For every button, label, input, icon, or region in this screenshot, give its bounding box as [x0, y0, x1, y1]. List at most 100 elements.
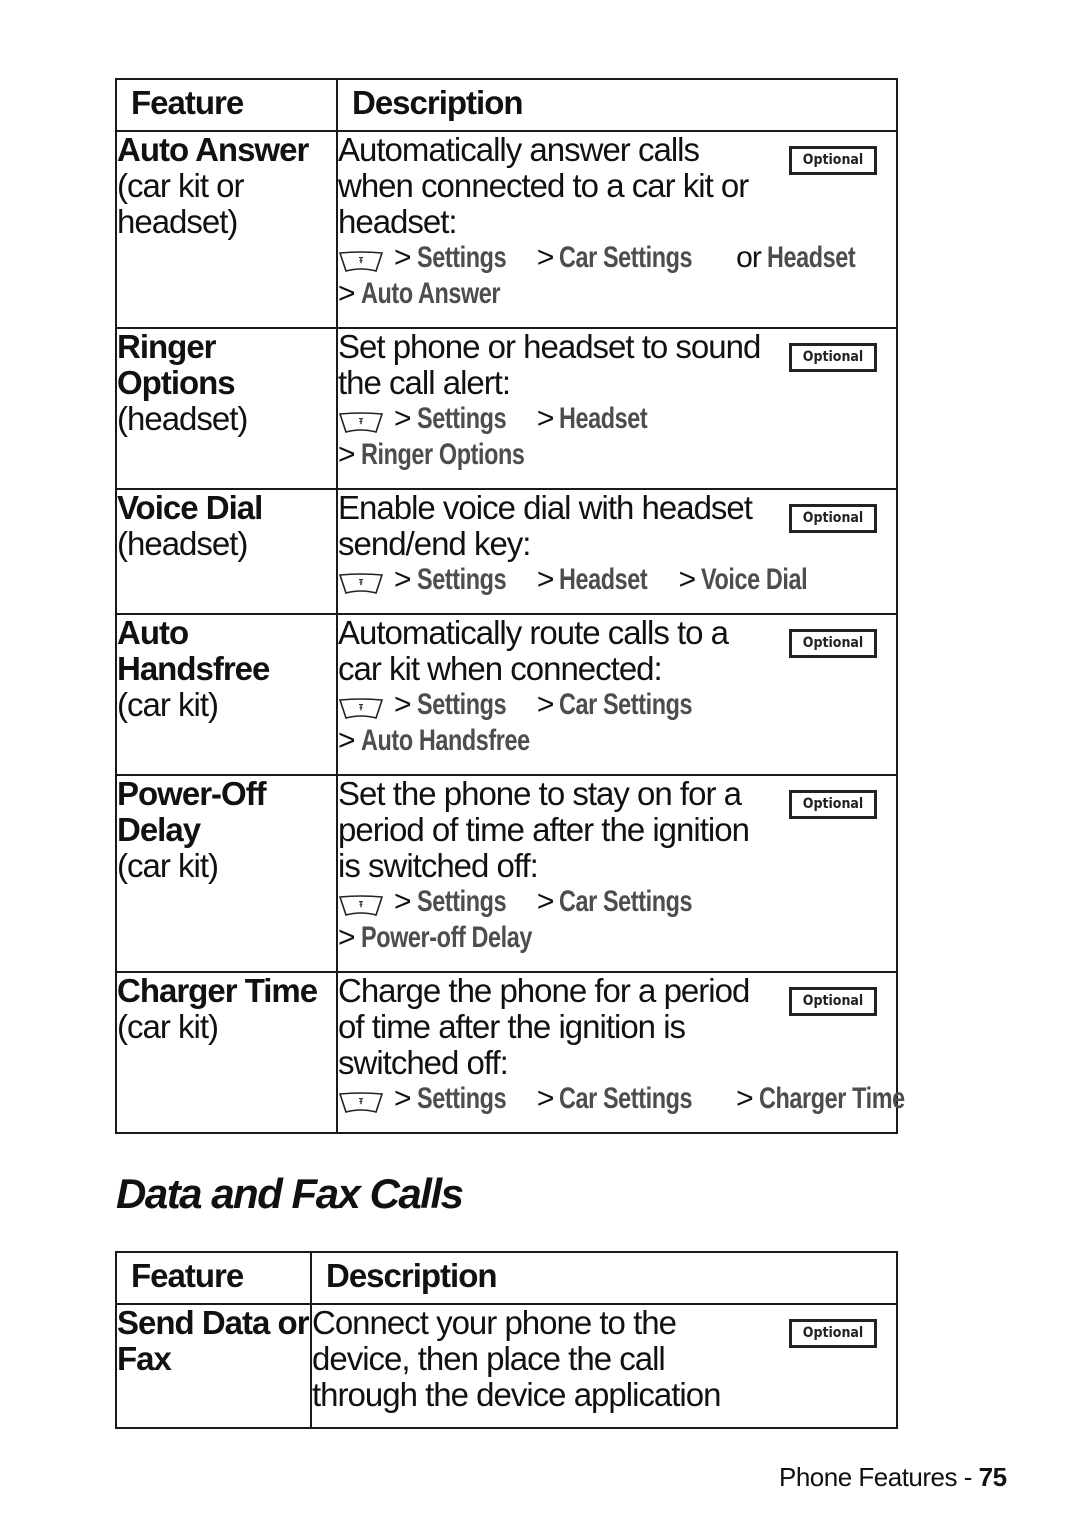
menu-item: Car Settings	[559, 885, 693, 918]
feature-name: Voice Dial	[117, 489, 263, 526]
optional-badge: Optional	[789, 146, 877, 175]
menu-path: > Settings > Car Settings or Headset	[338, 240, 896, 276]
data-fax-table: Feature Description Send Data or Fax Opti…	[115, 1251, 898, 1429]
feature-name: Ringer Options	[117, 328, 236, 401]
menu-path: > Settings > Headset > Voice Dial	[338, 562, 896, 598]
separator-icon: >	[536, 402, 555, 435]
menu-item: Auto Answer	[360, 277, 501, 310]
feature-cell: Auto Handsfree (car kit)	[115, 613, 338, 776]
menu-item: Settings	[416, 885, 507, 918]
menu-item: Car Settings	[559, 241, 693, 274]
menu-path: > Ringer Options	[338, 437, 896, 473]
menu-item: Headset	[766, 241, 856, 274]
optional-badge: Optional	[789, 790, 877, 819]
menu-item: Power-off Delay	[360, 921, 532, 954]
footer-section: Phone Features -	[779, 1462, 979, 1492]
separator-icon: >	[338, 921, 356, 954]
table-header-row: Feature Description	[115, 1251, 898, 1305]
feature-cell: Ringer Options (headset)	[115, 327, 338, 490]
description-cell: Optional Automatically route calls to a c…	[336, 613, 898, 776]
feature-note: (car kit)	[117, 686, 219, 723]
menu-path: > Settings > Car Settings > Charger Time	[338, 1081, 905, 1117]
separator-icon: >	[394, 688, 412, 721]
separator-icon: >	[394, 885, 412, 918]
table-row: Auto Answer (car kit or headset) Optional A…	[115, 130, 898, 329]
menu-item: Ringer Options	[360, 438, 525, 471]
page-footer: Phone Features - 75	[779, 1462, 1007, 1493]
menu-item: Charger Time	[758, 1082, 905, 1115]
separator-icon: >	[536, 688, 555, 721]
separator-icon: >	[338, 438, 356, 471]
description-cell: Optional Set the phone to stay on for a p…	[336, 774, 898, 973]
feature-note: (car kit)	[117, 847, 219, 884]
separator-icon: >	[338, 724, 356, 757]
separator-icon: >	[394, 402, 412, 435]
page-number: 75	[978, 1462, 1007, 1492]
header-feature: Feature	[115, 1251, 312, 1305]
description-cell: Optional Connect your phone to the device…	[310, 1303, 898, 1429]
optional-badge: Optional	[789, 504, 877, 533]
menu-item: Car Settings	[559, 688, 693, 721]
feature-cell: Auto Answer (car kit or headset)	[115, 130, 338, 329]
separator-icon: >	[536, 563, 555, 596]
separator-icon: >	[338, 277, 356, 310]
separator-icon: >	[536, 885, 555, 918]
menu-path: > Auto Handsfree	[338, 723, 896, 759]
menu-item: Voice Dial	[701, 563, 808, 596]
description-cell: Optional Automatically answer calls when …	[336, 130, 898, 329]
table-header-row: Feature Description	[115, 78, 898, 132]
feature-note: (car kit)	[117, 1008, 219, 1045]
description-cell: Optional Enable voice dial with headset s…	[336, 488, 898, 615]
separator-icon: >	[394, 563, 412, 596]
optional-badge: Optional	[789, 987, 877, 1016]
feature-note: (headset)	[117, 525, 248, 562]
feature-note: (headset)	[117, 400, 248, 437]
menu-path: > Power-off Delay	[338, 920, 896, 956]
description-cell: Optional Set phone or headset to sound th…	[336, 327, 898, 490]
menu-path: > Auto Answer	[338, 276, 896, 312]
feature-note: (car kit or headset)	[117, 167, 245, 240]
menu-item: Headset	[559, 402, 648, 435]
feature-cell: Voice Dial (headset)	[115, 488, 338, 615]
separator-icon: >	[394, 241, 412, 274]
menu-path: > Settings > Car Settings	[338, 687, 896, 723]
menu-item: Settings	[416, 688, 507, 721]
separator-icon: >	[536, 1082, 555, 1115]
optional-badge: Optional	[789, 1319, 877, 1348]
menu-item: Settings	[416, 241, 507, 274]
feature-name: Send Data or Fax	[117, 1304, 310, 1377]
table-row: Ringer Options (headset) Optional Set phone…	[115, 327, 898, 490]
path-or: or	[736, 241, 762, 274]
table-row: Send Data or Fax Optional Connect your pho…	[115, 1303, 898, 1429]
optional-badge: Optional	[789, 629, 877, 658]
optional-badge: Optional	[789, 343, 877, 372]
header-description: Description	[310, 1251, 898, 1305]
section-title: Data and Fax Calls	[116, 1170, 464, 1217]
menu-path: > Settings > Car Settings	[338, 884, 896, 920]
separator-icon: >	[678, 563, 697, 596]
features-table: Feature Description Auto Answer (car kit …	[115, 78, 905, 1134]
menu-key-icon	[338, 408, 384, 432]
header-feature: Feature	[115, 78, 338, 132]
menu-key-icon	[338, 569, 384, 593]
separator-icon: >	[394, 1082, 412, 1115]
menu-item: Auto Handsfree	[360, 724, 530, 757]
menu-key-icon	[338, 694, 384, 718]
feature-cell: Send Data or Fax	[115, 1303, 312, 1429]
feature-name: Auto Handsfree	[117, 614, 270, 687]
menu-path: > Settings > Headset	[338, 401, 896, 437]
table-row: Power-Off Delay (car kit) Optional Set the …	[115, 774, 898, 973]
feature-name: Power-Off Delay	[117, 775, 267, 848]
menu-item: Car Settings	[559, 1082, 693, 1115]
feature-name: Charger Time	[117, 972, 318, 1009]
separator-icon: >	[536, 241, 555, 274]
table-row: Auto Handsfree (car kit) Optional Automatic…	[115, 613, 898, 776]
description-cell: Optional Charge the phone for a period of…	[336, 971, 905, 1134]
menu-item: Settings	[416, 563, 507, 596]
menu-item: Settings	[416, 1082, 507, 1115]
header-description: Description	[336, 78, 898, 132]
menu-item: Headset	[559, 563, 648, 596]
feature-cell: Charger Time (car kit)	[115, 971, 338, 1134]
feature-name: Auto Answer	[117, 131, 309, 168]
menu-key-icon	[338, 1088, 384, 1112]
